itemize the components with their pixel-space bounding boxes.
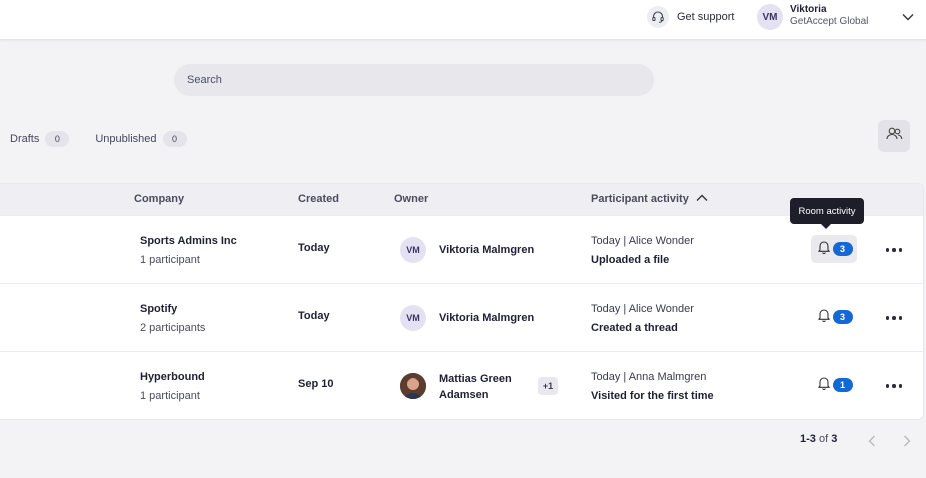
user-name: Viktoria (790, 4, 827, 15)
created-date: Sep 10 (298, 378, 334, 390)
bell-icon (816, 239, 832, 260)
rooms-table: Company Created Owner Participant activi… (0, 183, 924, 420)
more-options-button[interactable] (882, 308, 906, 328)
chevron-left-icon[interactable] (865, 433, 879, 449)
more-icon (892, 384, 896, 388)
filter-drafts[interactable]: Drafts 0 (10, 131, 70, 147)
owner-avatar: VM (400, 237, 426, 263)
pagination-range: 1-3 (800, 433, 816, 445)
company-cell: Spotify 2 participants (140, 300, 205, 338)
filter-count-badge: 0 (45, 131, 70, 147)
notification-count-badge: 3 (832, 310, 853, 324)
activity-meta: Today | Anna Malmgren (591, 371, 707, 383)
bell-icon (816, 375, 832, 396)
filter-count-badge: 0 (162, 131, 187, 147)
more-icon (898, 248, 903, 252)
people-icon (885, 126, 903, 147)
owner-name: Viktoria Malmgren (439, 244, 535, 256)
participant-count: 1 participant (140, 254, 200, 266)
table-row[interactable]: Sports Admins Inc 1 participant Today VM… (0, 215, 923, 283)
owner-name: Mattias Green Adamsen (439, 373, 512, 401)
room-activity-button[interactable]: 3 (811, 235, 857, 263)
company-name: Sports Admins Inc (140, 235, 237, 247)
created-date: Today (298, 242, 330, 254)
user-info[interactable]: Viktoria GetAccept Global (790, 4, 868, 28)
bell-icon (816, 307, 832, 328)
activity-cell: Today | Alice Wonder Uploaded a file (591, 232, 694, 270)
search-input[interactable] (174, 64, 654, 96)
room-activity-button[interactable]: 1 (811, 371, 857, 399)
activity-cell: Today | Anna Malmgren Visited for the fi… (591, 368, 714, 406)
created-date: Today (298, 310, 330, 322)
chevron-down-icon[interactable] (900, 9, 916, 25)
room-activity-tooltip: Room activity (790, 198, 864, 224)
tooltip-arrow (821, 224, 831, 229)
company-cell: Sports Admins Inc 1 participant (140, 232, 237, 270)
user-org: GetAccept Global (790, 16, 869, 27)
participant-count: 1 participant (140, 390, 200, 402)
get-support-button[interactable]: Get support (647, 6, 734, 28)
people-button[interactable] (878, 120, 910, 152)
notification-count-badge: 3 (832, 242, 853, 256)
column-header-label: Participant activity (591, 193, 689, 205)
company-name: Hyperbound (140, 371, 205, 383)
owner-avatar: VM (400, 305, 426, 331)
more-icon (885, 248, 890, 252)
owner-name: Viktoria Malmgren (439, 312, 535, 324)
pagination-total: 3 (831, 433, 838, 445)
filter-label: Drafts (10, 133, 40, 145)
table-header: Company Created Owner Participant activi… (0, 184, 923, 216)
user-avatar[interactable]: VM (757, 4, 783, 30)
headset-icon (647, 6, 669, 28)
activity-meta: Today | Alice Wonder (591, 235, 694, 247)
activity-meta: Today | Alice Wonder (591, 303, 694, 315)
activity-cell: Today | Alice Wonder Created a thread (591, 300, 694, 338)
more-options-button[interactable] (882, 376, 906, 396)
pagination-of: of (818, 433, 829, 445)
get-support-label: Get support (677, 11, 735, 23)
more-icon (892, 248, 896, 252)
table-row[interactable]: Spotify 2 participants Today VM Viktoria… (0, 283, 923, 351)
participant-count: 2 participants (140, 322, 206, 334)
more-icon (885, 316, 890, 320)
extra-owners-badge[interactable]: +1 (538, 377, 558, 395)
more-icon (898, 316, 903, 320)
filter-tabs: Drafts 0 Unpublished 0 (10, 131, 213, 147)
sort-up-icon (695, 193, 709, 205)
column-header-participant-activity[interactable]: Participant activity (591, 193, 709, 205)
filter-unpublished[interactable]: Unpublished 0 (95, 131, 187, 147)
activity-action: Created a thread (591, 322, 678, 334)
table-row[interactable]: Hyperbound 1 participant Sep 10 Mattias … (0, 351, 923, 419)
more-options-button[interactable] (882, 240, 906, 260)
column-header-company[interactable]: Company (134, 193, 184, 205)
more-icon (885, 384, 890, 388)
more-icon (898, 384, 903, 388)
owner-photo (400, 373, 426, 399)
more-icon (892, 316, 896, 320)
activity-action: Uploaded a file (591, 254, 670, 266)
company-name: Spotify (140, 303, 178, 315)
column-header-owner[interactable]: Owner (394, 193, 428, 205)
top-bar: Get support VM Viktoria GetAccept Global (0, 0, 926, 40)
room-activity-button[interactable]: 3 (811, 303, 857, 331)
column-header-created[interactable]: Created (298, 193, 339, 205)
notification-count-badge: 1 (832, 378, 853, 392)
chevron-right-icon[interactable] (900, 433, 914, 449)
company-cell: Hyperbound 1 participant (140, 368, 205, 406)
activity-action: Visited for the first time (591, 390, 714, 402)
pagination-summary: 1-3 of 3 (800, 433, 837, 445)
filter-label: Unpublished (95, 133, 157, 145)
